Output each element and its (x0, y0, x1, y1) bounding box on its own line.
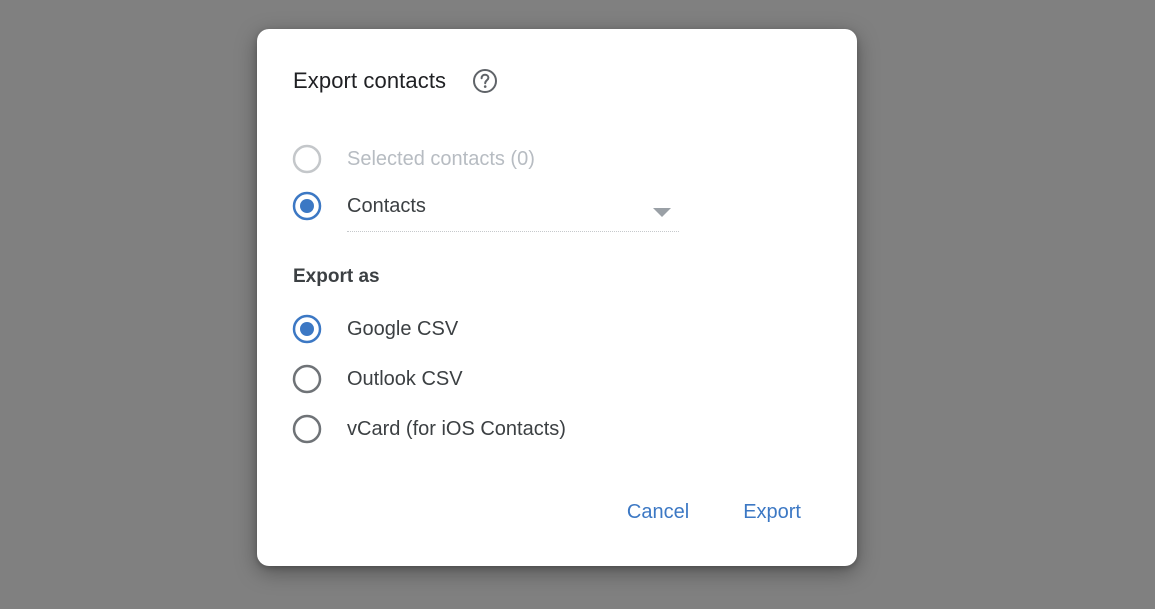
cancel-button[interactable]: Cancel (627, 501, 689, 524)
radio-button-checked-icon[interactable] (291, 190, 323, 222)
contact-group-dropdown[interactable]: Contacts (347, 191, 679, 232)
dropdown-arrow-icon (653, 205, 671, 217)
radio-contacts-group[interactable] (291, 190, 323, 222)
outlook-csv-label: Outlook CSV (347, 367, 463, 390)
google-csv-label: Google CSV (347, 317, 459, 340)
export-button[interactable]: Export (743, 501, 801, 524)
dialog-header: Export contacts (293, 67, 498, 95)
radio-google-csv[interactable]: Google CSV (291, 313, 458, 345)
dialog-title: Export contacts (293, 68, 447, 93)
selected-contacts-label: Selected contacts (0) (347, 147, 535, 170)
radio-button-unchecked-icon (291, 143, 323, 175)
help-circle-icon[interactable] (472, 68, 498, 94)
radio-selected-contacts: Selected contacts (0) (291, 143, 535, 175)
radio-vcard[interactable]: vCard (for iOS Contacts) (291, 413, 566, 445)
radio-button-unchecked-icon[interactable] (291, 363, 323, 395)
dialog-actions: Cancel Export (627, 501, 801, 524)
export-contacts-dialog: Export contacts Selected contacts (0) Co… (257, 29, 857, 566)
vcard-label: vCard (for iOS Contacts) (347, 417, 566, 440)
radio-button-unchecked-icon[interactable] (291, 413, 323, 445)
radio-outlook-csv[interactable]: Outlook CSV (291, 363, 463, 395)
contact-group-value: Contacts (347, 195, 426, 217)
radio-button-checked-icon[interactable] (291, 313, 323, 345)
export-as-heading: Export as (293, 266, 380, 287)
